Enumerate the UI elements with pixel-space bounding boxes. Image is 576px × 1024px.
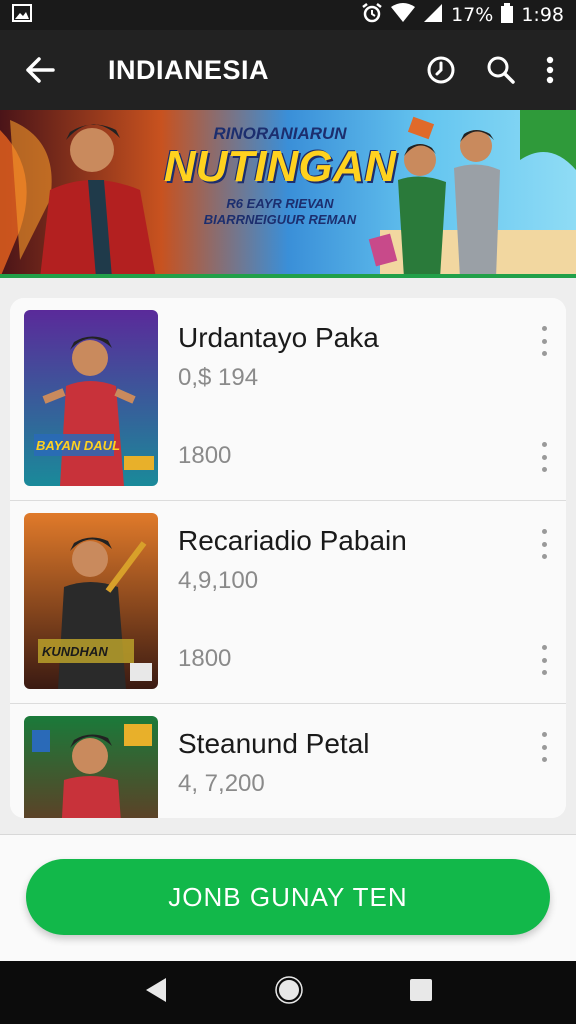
item-menu-icon[interactable] [536, 326, 552, 356]
bottom-action-area: JONB GUNAY TEN [0, 834, 576, 961]
nav-recents-icon[interactable] [410, 979, 433, 1006]
item-menu-icon[interactable] [536, 732, 552, 762]
item-menu-icon[interactable] [536, 529, 552, 559]
item-subtitle: 0,$ 194 [178, 364, 259, 391]
game-list: BAYAN DAUL Urdantayo Paka 0,$ 194 1800 K… [10, 298, 566, 818]
thumbnail-caption: KUNDHAN [42, 644, 108, 659]
app-bar: INDIANESIA [0, 30, 576, 110]
history-icon[interactable] [426, 55, 456, 85]
item-title: Urdantayo Paka [178, 322, 379, 353]
list-item[interactable]: BAYAN DAUL Urdantayo Paka 0,$ 194 1800 [10, 298, 566, 501]
item-secondary-menu-icon[interactable] [536, 442, 552, 472]
item-subtitle: 4, 7,200 [178, 770, 265, 797]
more-options-icon[interactable] [546, 56, 554, 84]
signal-icon [423, 3, 443, 28]
system-nav-bar [0, 961, 576, 1024]
item-count: 1800 [178, 442, 232, 469]
gallery-notification-icon [12, 3, 32, 27]
search-icon[interactable] [486, 55, 516, 85]
battery-percent: 17% [451, 4, 494, 26]
page-title: INDIANESIA [108, 54, 270, 85]
alarm-icon [361, 2, 383, 29]
nav-home-icon[interactable] [275, 976, 303, 1009]
thumbnail-caption: BAYAN DAUL [36, 438, 121, 453]
banner-subtitle-1: R6 EAYR RIEVAN [226, 196, 334, 211]
clock: 1:98 [521, 4, 564, 26]
game-thumbnail [24, 716, 158, 818]
banner-subtitle-2: BIARRNEIGUUR REMAN [203, 212, 357, 227]
item-title: Steanund Petal [178, 728, 370, 759]
item-secondary-menu-icon[interactable] [536, 645, 552, 675]
game-thumbnail: KUNDHAN [24, 513, 158, 689]
join-game-button[interactable]: JONB GUNAY TEN [26, 859, 550, 935]
banner-kicker: RINORANIARUN [213, 124, 347, 143]
promo-banner[interactable]: RINORANIARUN NUTINGAN R6 EAYR RIEVAN BIA… [0, 110, 576, 278]
item-subtitle: 4,9,100 [178, 567, 259, 594]
battery-icon [501, 2, 514, 28]
item-title: Recariadio Pabain [178, 525, 407, 556]
wifi-icon [391, 2, 416, 28]
back-arrow-icon[interactable] [0, 30, 80, 110]
list-item[interactable]: KUNDHAN Recariadio Pabain 4,9,100 1800 [10, 501, 566, 704]
nav-back-icon[interactable] [144, 977, 168, 1008]
item-count: 1800 [178, 645, 232, 672]
list-item[interactable]: Steanund Petal 4, 7,200 [10, 704, 566, 818]
game-thumbnail: BAYAN DAUL [24, 310, 158, 486]
banner-title: NUTINGAN [163, 142, 397, 191]
status-bar: 17% 1:98 [0, 0, 576, 30]
